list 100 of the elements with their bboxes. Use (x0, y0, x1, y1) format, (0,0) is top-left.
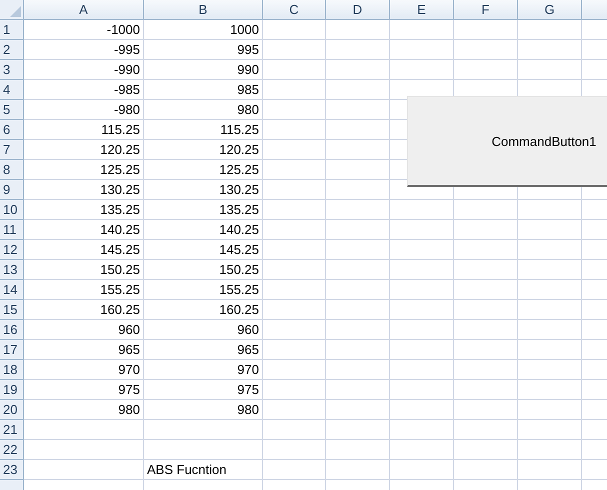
table-cell: -990 (24, 60, 144, 80)
table-cell: 975 (144, 380, 263, 400)
table-cell: 125.25 (24, 160, 144, 180)
table-cell: 125.25 (144, 160, 263, 180)
table-cell (326, 80, 390, 100)
row-header[interactable]: 14 (0, 280, 24, 300)
row-header[interactable]: 7 (0, 140, 24, 160)
table-cell: 115.25 (144, 120, 263, 140)
table-cell (454, 240, 518, 260)
table-cell: -1000 (24, 20, 144, 40)
table-cell (390, 380, 454, 400)
column-header[interactable]: G (518, 0, 582, 20)
table-cell: 120.25 (24, 140, 144, 160)
table-cell (263, 380, 326, 400)
table-cell (454, 440, 518, 460)
row-header[interactable]: 8 (0, 160, 24, 180)
row-header[interactable]: 20 (0, 400, 24, 420)
table-cell (326, 440, 390, 460)
row-header[interactable]: 22 (0, 440, 24, 460)
table-cell: 980 (24, 400, 144, 420)
table-cell (263, 180, 326, 200)
table-cell (326, 20, 390, 40)
table-cell (390, 20, 454, 40)
table-cell: 980 (144, 400, 263, 420)
table-cell: 120.25 (144, 140, 263, 160)
table-cell (263, 160, 326, 180)
table-cell (390, 300, 454, 320)
table-cell (454, 400, 518, 420)
table-cell: 975 (24, 380, 144, 400)
table-cell (263, 200, 326, 220)
row-header[interactable]: 6 (0, 120, 24, 140)
table-cell: 960 (24, 320, 144, 340)
table-cell: 155.25 (24, 280, 144, 300)
table-cell: 150.25 (24, 260, 144, 280)
row-header[interactable]: 23 (0, 460, 24, 480)
row-header[interactable]: 13 (0, 260, 24, 280)
column-header[interactable]: A (24, 0, 144, 20)
row-header[interactable]: 19 (0, 380, 24, 400)
table-cell (263, 20, 326, 40)
row-header[interactable]: 9 (0, 180, 24, 200)
table-cell (390, 60, 454, 80)
row-header[interactable]: 4 (0, 80, 24, 100)
row-header[interactable]: 21 (0, 420, 24, 440)
table-cell (263, 300, 326, 320)
table-cell (454, 40, 518, 60)
table-cell (390, 420, 454, 440)
table-cell (390, 320, 454, 340)
table-cell: -985 (24, 80, 144, 100)
table-cell (263, 280, 326, 300)
table-cell: 980 (144, 100, 263, 120)
table-cell (263, 320, 326, 340)
table-cell (454, 200, 518, 220)
row-header[interactable]: 18 (0, 360, 24, 380)
column-header[interactable]: B (144, 0, 263, 20)
column-header[interactable]: D (326, 0, 390, 20)
table-cell (263, 340, 326, 360)
table-cell (263, 100, 326, 120)
table-cell: 970 (24, 360, 144, 380)
row-header[interactable]: 11 (0, 220, 24, 240)
table-cell (390, 200, 454, 220)
table-cell (263, 260, 326, 280)
table-cell: 985 (144, 80, 263, 100)
table-cell: 135.25 (144, 200, 263, 220)
table-cell (263, 80, 326, 100)
command-button[interactable]: CommandButton1 (407, 96, 607, 187)
table-cell (454, 360, 518, 380)
row-header[interactable]: 10 (0, 200, 24, 220)
select-all-icon[interactable] (10, 6, 21, 17)
table-cell (390, 360, 454, 380)
row-header[interactable]: 2 (0, 40, 24, 60)
row-header[interactable]: 16 (0, 320, 24, 340)
table-cell (390, 340, 454, 360)
table-cell (326, 380, 390, 400)
table-cell (454, 220, 518, 240)
table-cell: 140.25 (144, 220, 263, 240)
column-header[interactable]: E (390, 0, 454, 20)
row-header[interactable]: 1 (0, 20, 24, 40)
table-cell: -995 (24, 40, 144, 60)
row-header[interactable]: 15 (0, 300, 24, 320)
column-header[interactable]: C (263, 0, 326, 20)
table-cell (390, 260, 454, 280)
row-header[interactable]: 17 (0, 340, 24, 360)
table-cell: ABS Fucntion (144, 460, 263, 480)
table-cell (454, 280, 518, 300)
table-cell (263, 420, 326, 440)
column-header[interactable]: F (454, 0, 518, 20)
table-cell (390, 40, 454, 60)
table-cell: 995 (144, 40, 263, 60)
table-cell: 960 (144, 320, 263, 340)
row-header[interactable]: 12 (0, 240, 24, 260)
table-cell: 965 (24, 340, 144, 360)
table-cell (263, 240, 326, 260)
row-header[interactable]: 5 (0, 100, 24, 120)
table-cell (326, 180, 390, 200)
table-cell: 145.25 (144, 240, 263, 260)
row-header[interactable]: 3 (0, 60, 24, 80)
table-cell (454, 20, 518, 40)
table-cell: 135.25 (24, 200, 144, 220)
table-cell: 150.25 (144, 260, 263, 280)
table-cell: 160.25 (24, 300, 144, 320)
